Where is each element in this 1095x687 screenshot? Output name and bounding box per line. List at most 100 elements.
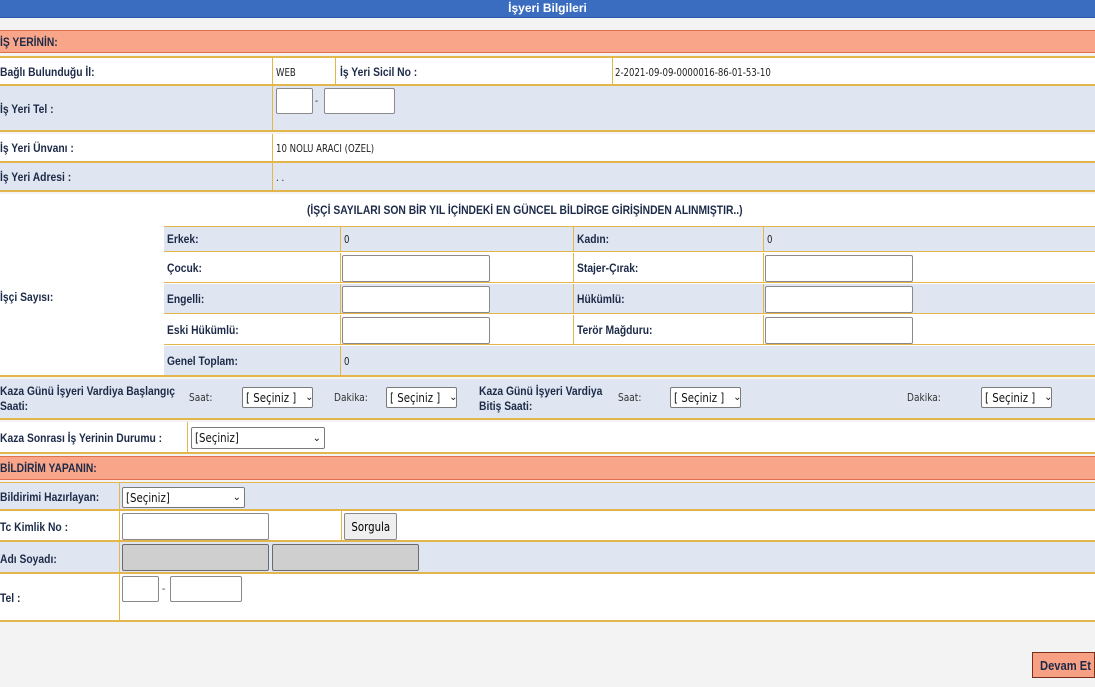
vardiya-end-saat-select[interactable]: [ Seçiniz ] ⌄ <box>670 387 741 408</box>
teror-magduru-input[interactable] <box>765 317 913 344</box>
devam-et-button[interactable]: Devam Et <box>1032 652 1095 678</box>
hukumlu-input[interactable] <box>765 286 913 313</box>
divider <box>763 315 764 344</box>
divider <box>612 58 613 84</box>
eski-hukumlu-input[interactable] <box>342 317 490 344</box>
engelli-label: Engelli: <box>167 292 205 306</box>
chevron-down-icon: ⌄ <box>232 492 241 503</box>
vardiya-start-dakika-label: Dakika: <box>334 391 368 404</box>
row-vardiya: Kaza Günü İşyeri Vardiya Başlangıç Saati… <box>0 379 1095 420</box>
vardiya-start-saat-value: [ Seçiniz ] <box>246 390 297 405</box>
row-ad-soyad: Adı Soyadı: <box>0 542 1095 574</box>
sorgula-button-label: Sorgula <box>351 519 390 534</box>
engelli-input[interactable] <box>342 286 490 313</box>
vardiya-end-dakika-value: [ Seçiniz ] <box>985 390 1036 405</box>
divider <box>335 58 336 84</box>
divider <box>340 346 341 375</box>
bildiren-tel-area-input[interactable] <box>122 576 159 602</box>
eski-hukumlu-label: Eski Hükümlü: <box>167 323 239 337</box>
section-header-isyeri: İŞ YERİNİN: <box>0 30 1095 53</box>
divider <box>763 227 764 251</box>
vardiya-end-dakika-select[interactable]: [ Seçiniz ] ⌄ <box>981 387 1052 408</box>
chevron-down-icon: ⌄ <box>312 432 321 444</box>
genel-toplam-label: Genel Toplam: <box>167 354 238 368</box>
hukumlu-label: Hükümlü: <box>577 292 625 306</box>
vardiya-start-saat-select[interactable]: [ Seçiniz ] ⌄ <box>242 387 313 408</box>
chevron-down-icon: ⌄ <box>305 392 313 403</box>
section-header-bildirim: BİLDİRİM YAPANIN: <box>0 456 1095 480</box>
isci-row-cocuk: Çocuk: Stajer-Çırak: <box>164 253 1095 283</box>
unvan-label: İş Yeri Ünvanı : <box>0 141 74 155</box>
isci-row-engelli: Engelli: Hükümlü: <box>164 284 1095 314</box>
row-tc-kimlik: Tc Kimlik No : Sorgula <box>0 511 1095 542</box>
isyeri-tel-label: İş Yeri Tel : <box>0 102 54 116</box>
isci-row-genel-toplam: Genel Toplam: 0 <box>164 346 1095 375</box>
divider <box>119 511 120 540</box>
soyad-input <box>272 544 419 571</box>
isci-sayisi-note: (İŞÇİ SAYILARI SON BİR YIL İÇİNDEKİ EN G… <box>307 203 743 217</box>
divider <box>573 284 574 313</box>
divider <box>119 542 120 572</box>
kaza-sonrasi-value: [Seçiniz] <box>195 431 239 445</box>
page-title: İşyeri Bilgileri <box>508 1 587 15</box>
erkek-value: 0 <box>344 233 350 246</box>
tc-kimlik-input[interactable] <box>122 513 269 540</box>
sorgula-button[interactable]: Sorgula <box>344 513 397 540</box>
page-header-bar: İşyeri Bilgileri <box>0 0 1095 18</box>
hazirlayan-select[interactable]: [Seçiniz] ⌄ <box>122 487 245 508</box>
ad-input <box>122 544 269 571</box>
bagli-il-value: WEB <box>276 66 296 79</box>
divider <box>341 511 342 540</box>
isci-sayisi-block: İşçi Sayısı: (İŞÇİ SAYILARI SON BİR YIL … <box>0 194 1095 377</box>
sicil-no-value: 2-2021-09-09-0000016-86-01-53-10 <box>615 66 771 79</box>
divider <box>119 483 120 509</box>
unvan-value: 10 NOLU ARACI (OZEL) <box>276 142 375 155</box>
sicil-no-label: İş Yeri Sicil No : <box>340 65 418 79</box>
divider <box>340 253 341 282</box>
vardiya-end-saat-value: [ Seçiniz ] <box>674 390 725 405</box>
header-gap <box>0 19 1095 30</box>
divider <box>272 86 273 130</box>
vardiya-start-dakika-select[interactable]: [ Seçiniz ] ⌄ <box>386 387 457 408</box>
kaza-sonrasi-label: Kaza Sonrası İş Yerinin Durumu : <box>0 431 163 445</box>
kaza-sonrasi-select[interactable]: [Seçiniz] ⌄ <box>191 427 325 449</box>
stajer-label: Stajer-Çırak: <box>577 261 639 275</box>
chevron-down-icon: ⌄ <box>733 392 741 403</box>
bagli-il-label: Bağlı Bulunduğu İl: <box>0 65 95 79</box>
stajer-input[interactable] <box>765 255 913 282</box>
vardiya-end-saat-label: Saat: <box>618 391 642 404</box>
kadin-label: Kadın: <box>577 232 610 246</box>
hazirlayan-label: Bildirimi Hazırlayan: <box>0 490 100 504</box>
cocuk-input[interactable] <box>342 255 490 282</box>
cocuk-label: Çocuk: <box>167 261 202 275</box>
divider <box>340 284 341 313</box>
bildiren-tel-label: Tel : <box>0 591 21 605</box>
divider <box>573 253 574 282</box>
chevron-down-icon: ⌄ <box>449 392 457 403</box>
divider <box>272 134 273 161</box>
divider <box>763 253 764 282</box>
divider <box>340 315 341 344</box>
section-title-bildirim: BİLDİRİM YAPANIN: <box>0 461 97 475</box>
bildiren-tel-separator: - <box>162 582 166 595</box>
row-kaza-sonrasi: Kaza Sonrası İş Yerinin Durumu : [Seçini… <box>0 422 1095 454</box>
devam-et-label: Devam Et <box>1040 657 1091 673</box>
genel-toplam-value: 0 <box>344 355 350 368</box>
row-hazirlayan: Bildirimi Hazırlayan: [Seçiniz] ⌄ <box>0 482 1095 511</box>
row-bagli-il: Bağlı Bulunduğu İl: WEB İş Yeri Sicil No… <box>0 56 1095 86</box>
divider <box>272 163 273 190</box>
isyeri-tel-area-input[interactable] <box>276 88 313 114</box>
isci-row-eski-hukumlu: Eski Hükümlü: Terör Mağduru: <box>164 315 1095 345</box>
ad-soyad-label: Adı Soyadı: <box>0 552 57 566</box>
row-bildiren-tel: Tel : - <box>0 574 1095 622</box>
tc-kimlik-label: Tc Kimlik No : <box>0 520 69 534</box>
vardiya-start-saat-label: Saat: <box>189 391 213 404</box>
bildiren-tel-number-input[interactable] <box>170 576 242 602</box>
isyeri-tel-number-input[interactable] <box>324 88 395 114</box>
divider <box>119 574 120 620</box>
divider <box>573 227 574 251</box>
divider <box>763 284 764 313</box>
row-adres: İş Yeri Adresi : . . <box>0 163 1095 192</box>
hazirlayan-value: [Seçiniz] <box>126 490 170 505</box>
divider <box>573 315 574 344</box>
